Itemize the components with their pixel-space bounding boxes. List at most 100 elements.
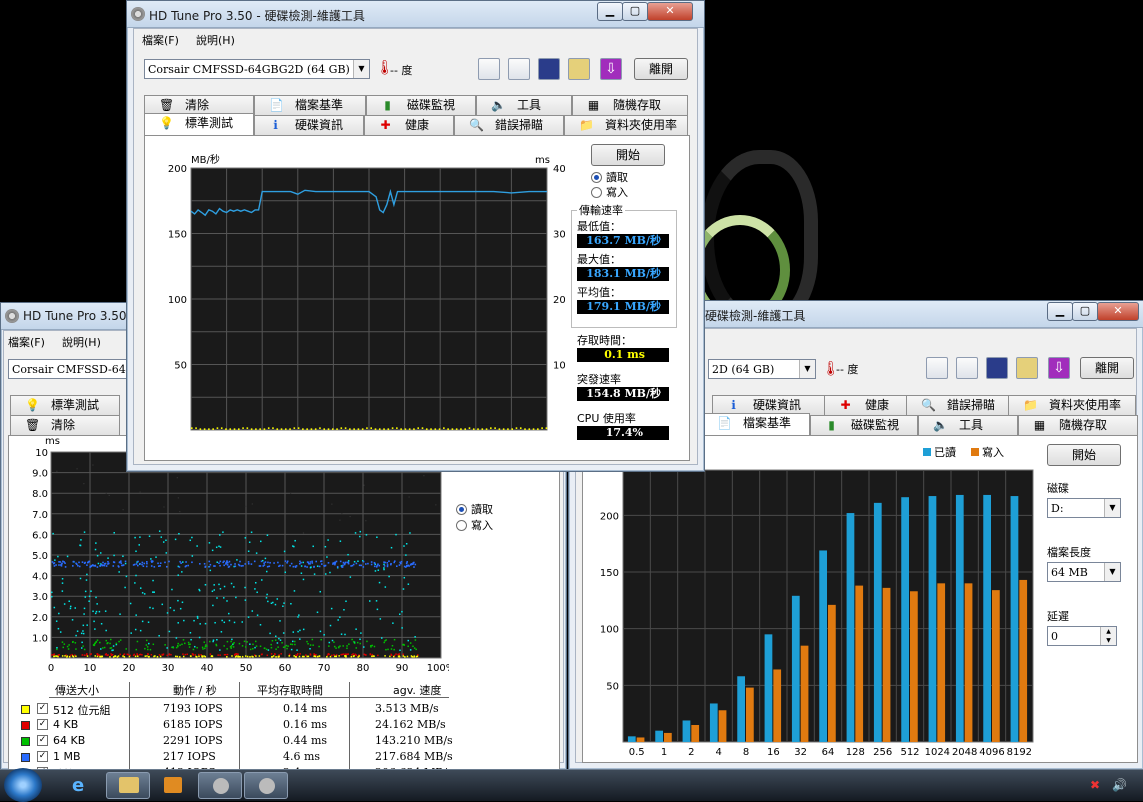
random-point: [249, 643, 251, 645]
left-tab-benchmark[interactable]: 💡 標準測試: [10, 395, 120, 415]
right-tab-folder[interactable]: 📁 資料夾使用率: [1008, 395, 1136, 415]
delay-spinner[interactable]: 0 ▲ ▼: [1047, 626, 1117, 646]
disk-select[interactable]: D: ▼: [1047, 498, 1121, 518]
right-tab-monitor[interactable]: ▮ 磁碟監視: [810, 415, 918, 435]
front-drive-select[interactable]: Corsair CMFSSD-64GBG2D (64 GB) ▼: [144, 59, 370, 79]
maximize-button[interactable]: ▢: [622, 2, 648, 21]
avg-value: 179.1 MB/秒: [577, 300, 669, 314]
right-tab-errorscan[interactable]: 🔍 錯誤掃瞄: [906, 395, 1014, 415]
64kb-point: [356, 641, 359, 644]
copy-text-icon[interactable]: [926, 357, 948, 379]
left-read-radio[interactable]: [456, 504, 467, 515]
random-point: [402, 588, 405, 590]
left-tab-erase[interactable]: 🗑 清除: [10, 415, 120, 435]
512b-point: [350, 655, 353, 658]
left-write-radio[interactable]: [456, 520, 467, 531]
right-tab-health[interactable]: ✚ 健康: [824, 395, 912, 415]
down-arrow-icon[interactable]: ⇩: [1048, 357, 1070, 379]
close-button[interactable]: ✕: [1097, 302, 1139, 321]
copy-screenshot-icon[interactable]: [508, 58, 530, 80]
menu-help[interactable]: 說明(H): [62, 334, 101, 350]
options-icon[interactable]: [568, 58, 590, 80]
front-tab-health[interactable]: ✚ 健康: [364, 115, 454, 135]
series-checkbox[interactable]: ✓: [37, 735, 48, 746]
front-tab-benchmark[interactable]: 💡 標準測試: [144, 113, 254, 135]
random-point: [401, 610, 403, 613]
right-drive-select[interactable]: 2D (64 GB) ▼: [708, 359, 816, 379]
1mb-point: [228, 560, 231, 563]
minimize-button[interactable]: ▁: [1047, 302, 1073, 321]
y2-tick-label: 10: [553, 361, 565, 372]
random-point: [162, 541, 165, 543]
copy-text-icon[interactable]: [478, 58, 500, 80]
1mb-point: [250, 563, 253, 565]
hdtune-taskbar-icon[interactable]: [198, 772, 242, 799]
1mb-point: [141, 563, 143, 566]
random-point: [247, 550, 250, 553]
hdtune-taskbar-icon-2[interactable]: [244, 772, 288, 799]
network-warning-icon[interactable]: ✖: [1090, 778, 1100, 792]
random-point: [160, 536, 163, 538]
close-button[interactable]: ✕: [647, 2, 693, 21]
front-tab-erase[interactable]: 🗑 清除: [144, 95, 254, 115]
minimize-button[interactable]: ▁: [597, 2, 623, 21]
volume-icon[interactable]: 🔊: [1112, 778, 1127, 792]
menu-file[interactable]: 檔案(F): [8, 334, 45, 350]
random-point: [218, 545, 220, 548]
front-tab-tools[interactable]: 🔈 工具: [476, 95, 572, 115]
copy-screenshot-icon[interactable]: [956, 357, 978, 379]
maximize-button[interactable]: ▢: [1072, 302, 1098, 321]
64kb-point: [103, 646, 106, 649]
right-tab-info[interactable]: ℹ 硬碟資訊: [712, 395, 830, 415]
64kb-point: [176, 644, 179, 647]
front-write-radio[interactable]: [591, 187, 602, 198]
access-time-point: [246, 427, 249, 429]
save-icon[interactable]: [986, 357, 1008, 379]
down-arrow-icon[interactable]: ⇩: [600, 58, 622, 80]
options-icon[interactable]: [1016, 357, 1038, 379]
front-tab-random[interactable]: ▦ 隨機存取: [572, 95, 688, 115]
left-drive-select[interactable]: Corsair CMFSSD-64GB: [8, 359, 138, 379]
right-tab-random[interactable]: ▦ 隨機存取: [1018, 415, 1138, 435]
front-title-bar[interactable]: HD Tune Pro 3.50 - 硬碟檢測-維護工具 ▁ ▢ ✕: [127, 1, 704, 28]
1mb-point: [370, 561, 373, 563]
internet-explorer-icon[interactable]: e: [60, 772, 104, 799]
series-color-swatch: [21, 737, 30, 746]
row-time: 0.14 ms: [283, 702, 328, 715]
spinner-arrows-icon[interactable]: ▲ ▼: [1100, 627, 1116, 645]
512b-point: [249, 656, 251, 658]
64kb-point: [252, 648, 254, 650]
front-tab-filebenchmark[interactable]: 📄 檔案基準: [254, 95, 366, 115]
front-tab-errorscan[interactable]: 🔍 錯誤掃瞄: [454, 115, 564, 135]
menu-help[interactable]: 說明(H): [196, 32, 235, 48]
series-checkbox[interactable]: ✓: [37, 719, 48, 730]
right-start-button[interactable]: 開始: [1047, 444, 1121, 466]
transfer-rate-chart: MB/秒ms2001501005040302010010203040506070…: [168, 153, 565, 436]
front-exit-button[interactable]: 離開: [634, 58, 688, 80]
media-player-icon[interactable]: [152, 772, 196, 799]
right-tab-filebenchmark[interactable]: 📄 檔案基準: [702, 413, 810, 435]
front-tab-monitor[interactable]: ▮ 磁碟監視: [366, 95, 476, 115]
filelen-select[interactable]: 64 MB ▼: [1047, 562, 1121, 582]
4kb-point: [57, 654, 60, 656]
front-read-radio[interactable]: [591, 172, 602, 183]
front-start-button[interactable]: 開始: [591, 144, 665, 166]
start-orb-icon[interactable]: [4, 768, 42, 802]
4kb-point: [266, 654, 269, 657]
series-checkbox[interactable]: ✓: [37, 751, 48, 762]
64kb-point: [93, 644, 95, 646]
random-point: [340, 633, 343, 635]
random-point: [405, 554, 407, 556]
series-checkbox[interactable]: ✓: [37, 703, 48, 714]
512b-point: [294, 655, 297, 658]
64kb-point: [274, 639, 277, 641]
front-tab-folder[interactable]: 📁 資料夾使用率: [564, 115, 688, 135]
1mb-point: [204, 566, 207, 568]
explorer-folder-icon[interactable]: [106, 772, 150, 799]
menu-file[interactable]: 檔案(F): [142, 32, 179, 48]
right-tab-tools[interactable]: 🔈 工具: [918, 415, 1018, 435]
right-exit-button[interactable]: 離開: [1080, 357, 1134, 379]
front-tab-info[interactable]: ℹ 硬碟資訊: [254, 115, 364, 135]
save-icon[interactable]: [538, 58, 560, 80]
1mb-point: [151, 561, 153, 563]
